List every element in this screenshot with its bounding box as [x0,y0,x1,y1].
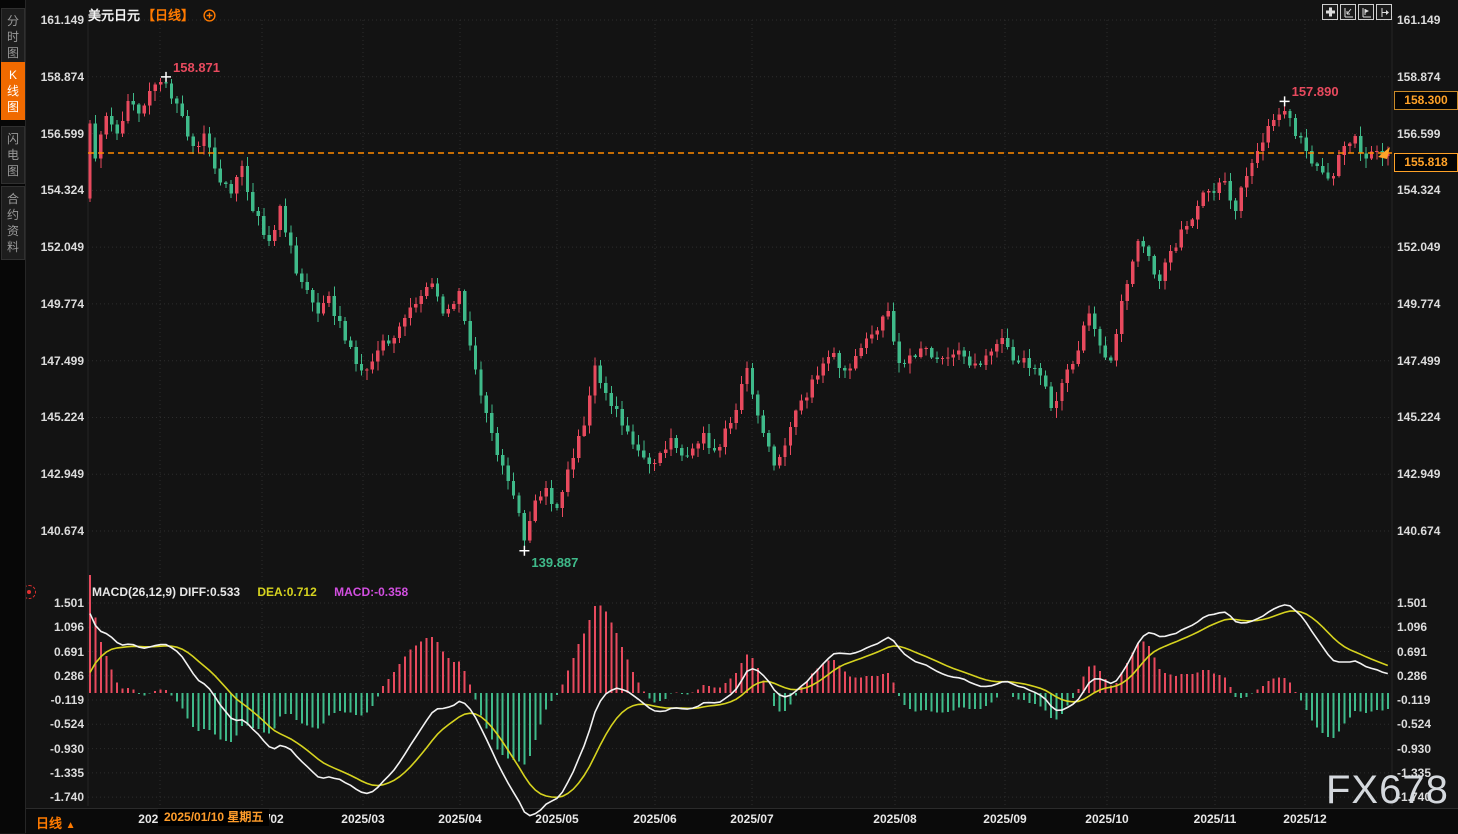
macd-tick-label: -0.524 [24,717,84,731]
brand-watermark: FX678 [1326,768,1449,813]
period-selector[interactable]: 日线 ▲ [36,813,76,832]
sidebar-tab-2[interactable]: K线图 [1,62,25,120]
date-tick-label: 2025/07 [717,812,787,826]
macd-hist-label: MACD:-0.358 [334,585,408,599]
date-tick-label: 2025/11 [1180,812,1250,826]
date-tick-label: 2025/09 [970,812,1040,826]
price-tick-label: 149.774 [24,297,84,311]
price-tick-label: 142.949 [24,467,84,481]
price-tick-label: 152.049 [24,240,84,254]
sidebar-tab-1[interactable]: 分时图 [1,8,25,66]
macd-header: MACD(26,12,9) DIFF:0.533 DEA:0.712 MACD:… [92,585,422,599]
chart-toolbar [1322,4,1392,20]
price-tick-label: 140.674 [24,524,84,538]
macd-tick-label: 0.691 [24,645,84,659]
period-tag[interactable]: 【日线】 [142,8,194,23]
price-tick-label: 161.149 [1397,13,1440,27]
price-marker-158.300: 158.300 [1394,91,1458,110]
date-tick-label: 2025/12 [1270,812,1340,826]
period-selector-label: 日线 [36,816,62,831]
price-tick-label: 142.949 [1397,467,1440,481]
annotation-157.890: 157.890 [1292,84,1339,99]
date-tick-label: 2025/06 [620,812,690,826]
macd-tick-label: 0.286 [1397,669,1427,683]
macd-tick-label: -0.119 [24,693,84,707]
chevron-up-icon: ▲ [66,820,76,831]
pan-right-button[interactable] [1376,4,1392,20]
axis-compress-button[interactable] [1340,4,1356,20]
axis-compress-icon [1342,6,1355,19]
sidebar-tab-4[interactable]: 合约资料 [1,186,25,260]
price-tick-label: 154.324 [24,183,84,197]
price-tick-label: 156.599 [1397,127,1440,141]
move-crosshair-button[interactable] [1322,4,1338,20]
date-tick-label: 2025/05 [522,812,592,826]
price-marker-155.818: 155.818 [1394,153,1458,172]
symbol-title: 美元日元 [88,8,140,23]
price-tick-label: 147.499 [1397,354,1440,368]
price-tick-label: 149.774 [1397,297,1440,311]
macd-tick-label: 1.501 [1397,596,1427,610]
price-tick-label: 140.674 [1397,524,1440,538]
macd-tick-label: 1.096 [1397,620,1427,634]
price-tick-label: 161.149 [24,13,84,27]
price-tick-label: 154.324 [1397,183,1440,197]
price-tick-label: 145.224 [1397,410,1440,424]
price-tick-label: 147.499 [24,354,84,368]
sidebar: 分时图K线图闪电图合约资料 [0,0,26,833]
macd-tick-label: 1.096 [24,620,84,634]
date-tick-label: 2025/04 [425,812,495,826]
macd-dea-label: DEA:0.712 [257,585,316,599]
pan-right-icon [1378,6,1391,19]
macd-tick-label: 1.501 [24,596,84,610]
macd-tick-label: 0.691 [1397,645,1427,659]
macd-tick-label: -0.930 [24,742,84,756]
move-crosshair-icon [1324,6,1337,19]
price-tick-label: 156.599 [24,127,84,141]
macd-diff-label: MACD(26,12,9) DIFF:0.533 [92,585,240,599]
macd-tick-label: -0.119 [1397,693,1430,707]
sidebar-tab-3[interactable]: 闪电图 [1,126,25,184]
macd-tick-label: -0.524 [1397,717,1431,731]
macd-tick-label: -1.335 [24,766,84,780]
date-tick-label: 2025/10 [1072,812,1142,826]
price-tick-label: 145.224 [24,410,84,424]
macd-tick-label: 0.286 [24,669,84,683]
price-tick-label: 158.874 [24,70,84,84]
date-tick-label: 2025/08 [860,812,930,826]
annotation-158.871: 158.871 [173,60,220,75]
annotation-139.887: 139.887 [531,555,578,570]
price-tick-label: 158.874 [1397,70,1440,84]
axis-flag-button[interactable] [1358,4,1374,20]
macd-tick-label: -0.930 [1397,742,1431,756]
macd-tick-label: -1.740 [24,790,84,804]
price-tick-label: 152.049 [1397,240,1440,254]
crosshair-date-tooltip: 2025/01/10 星期五 [158,809,269,826]
chart-plot-area[interactable] [88,16,1392,806]
add-circle-icon[interactable] [203,9,216,25]
axis-flag-icon [1360,6,1373,19]
chart-titlebar: 美元日元【日线】 [88,5,216,23]
date-tick-label: 2025/03 [328,812,398,826]
